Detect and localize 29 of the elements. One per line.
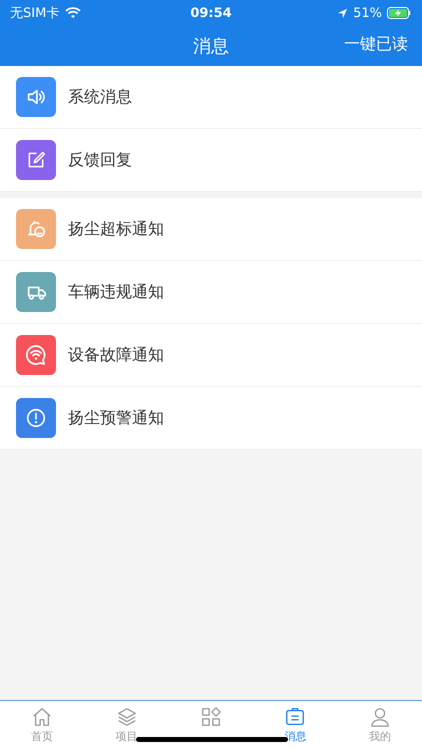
page-title: 消息 <box>193 35 229 58</box>
apps-icon <box>200 706 222 728</box>
message-category-row[interactable]: 车辆违规通知 <box>0 261 422 324</box>
message-category-row[interactable]: 反馈回复 <box>0 129 422 192</box>
layers-icon <box>116 706 138 728</box>
mark-all-read-button[interactable]: 一键已读 <box>344 34 408 55</box>
user-icon <box>368 706 391 728</box>
carrier-text: 无SIM卡 <box>10 5 60 22</box>
message-category-row[interactable]: 扬尘超标通知 <box>0 198 422 261</box>
message-category-row[interactable]: 系统消息 <box>0 66 422 129</box>
location-arrow-icon <box>337 8 348 18</box>
category-label: 扬尘预警通知 <box>68 408 164 428</box>
alert-icon <box>25 407 47 429</box>
category-label: 反馈回复 <box>68 150 132 170</box>
battery-icon <box>387 7 412 19</box>
message-category-row[interactable]: 扬尘预警通知 <box>0 387 422 450</box>
wifi-icon <box>24 343 48 367</box>
bell-icon <box>25 218 47 240</box>
message-icon <box>284 706 306 728</box>
home-icon <box>31 706 54 728</box>
status-time: 09:54 <box>190 6 232 20</box>
category-label: 系统消息 <box>68 86 132 108</box>
category-label: 车辆违规通知 <box>68 282 164 302</box>
category-label: 设备故障通知 <box>68 344 164 366</box>
wifi-signal-icon <box>65 7 82 19</box>
battery-percent: 51% <box>353 6 382 20</box>
category-label: 扬尘超标通知 <box>68 218 164 240</box>
message-category-row[interactable]: 设备故障通知 <box>0 324 422 387</box>
edit-icon <box>26 150 46 170</box>
